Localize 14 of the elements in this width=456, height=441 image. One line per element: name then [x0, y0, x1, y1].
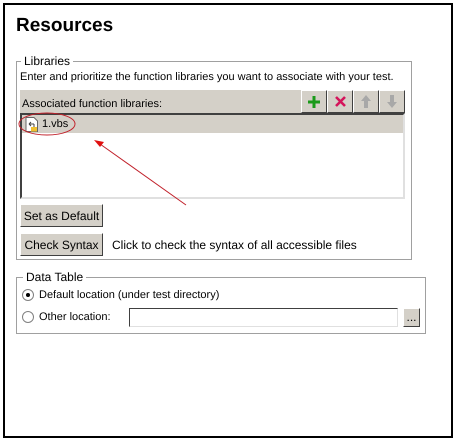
file-name: 1.vbs — [42, 116, 68, 132]
radio-label: Default location (under test directory) — [39, 288, 220, 302]
group-label: Libraries — [23, 53, 72, 70]
page-title: Resources — [16, 14, 114, 38]
list-label: Associated function libraries: — [21, 97, 162, 112]
group-label: Data Table — [25, 269, 84, 286]
hint-text: Click to check the syntax of all accessible files — [112, 236, 357, 254]
action-button[interactable]: Set as Default — [20, 204, 103, 227]
action-button[interactable]: Check Syntax — [20, 233, 103, 256]
description-text: Enter and prioritize the function libraries you want to associate with your test. — [20, 70, 395, 84]
radio-label: Other location: — [39, 310, 112, 324]
browse-button[interactable]: ... — [403, 308, 420, 326]
list-item[interactable]: 1.vbs — [22, 115, 403, 133]
library-list[interactable]: 1.vbs — [20, 113, 405, 199]
